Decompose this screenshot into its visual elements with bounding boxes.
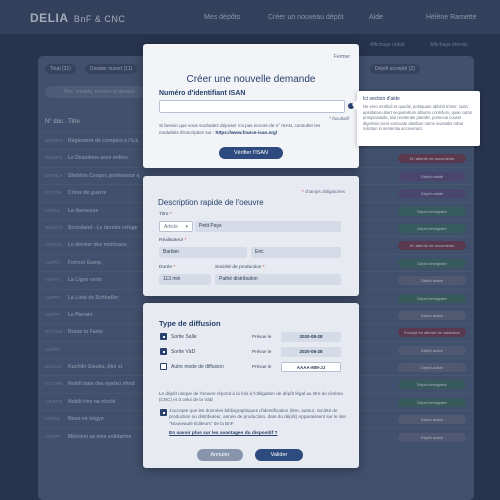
director-label-text: Réalisateur	[159, 238, 184, 243]
chevron-down-icon: ▾	[185, 224, 188, 230]
close-link[interactable]: Fermer	[334, 54, 350, 60]
work-description-card: * champs obligatoires Description rapide…	[143, 176, 359, 296]
required-fields-note: * champs obligatoires	[301, 189, 345, 194]
option-other-label: Autre mode de diffusion	[171, 364, 224, 370]
director-first-name-input[interactable]: Eric	[251, 247, 341, 258]
diffusion-card: Type de diffusion Sortie Salle Prévue le…	[143, 303, 359, 468]
checkbox-theatrical[interactable]	[160, 333, 167, 340]
isan-field-label: Numéro d'identifiant ISAN	[159, 90, 246, 97]
duration-input[interactable]: 113 min	[159, 274, 211, 285]
planned-label-2: Prévue le	[252, 349, 272, 354]
production-field-label: Société de production *	[215, 265, 265, 270]
legal-deposit-paragraph: Le dépôt unique de l'oeuvre répond à la …	[159, 391, 343, 403]
isan-site-link[interactable]: https://www.france-isan.org/	[216, 130, 278, 135]
production-label-text: Société de production	[215, 265, 262, 270]
option-vod-label: Sortie VàD	[171, 349, 196, 355]
help-tooltip: Ici section d'aide Ne vero morbidi et qu…	[352, 91, 480, 146]
modal-title: Créer une nouvelle demande	[186, 74, 316, 85]
planned-label-1: Prévue le	[252, 334, 272, 339]
checkbox-other[interactable]	[160, 363, 167, 370]
learn-more-link[interactable]: En savoir plus sur les avantages du disp…	[169, 431, 278, 436]
date-theatrical-input[interactable]: 2020-08-28	[281, 332, 341, 342]
isan-card: Fermer Créer une nouvelle demande Numéro…	[143, 44, 359, 168]
director-last-name-input[interactable]: Barbier	[159, 247, 247, 258]
checkbox-vod[interactable]	[160, 348, 167, 355]
tooltip-title: Ici section d'aide	[363, 96, 400, 102]
optional-label: * facultatif	[329, 116, 349, 121]
cancel-button[interactable]: Annuler	[197, 449, 243, 461]
isan-help-text: Si besoin que vous souhaitez déposer n'a…	[159, 123, 339, 136]
option-theatrical-label: Sortie Salle	[171, 334, 197, 340]
director-field-label: Réalisateur *	[159, 238, 187, 243]
accept-publication-text: J'accepte que les données bibliographiqu…	[169, 408, 346, 426]
required-note-text: champs obligatoires	[304, 189, 345, 194]
optional-text: facultatif	[332, 116, 349, 121]
duration-field-label: Durée *	[159, 265, 176, 270]
planned-label-3: Prévue le	[252, 364, 272, 369]
isan-input[interactable]	[159, 100, 345, 113]
validate-button[interactable]: Valider	[255, 449, 303, 461]
title-field-label: Titre *	[159, 212, 172, 217]
title-input[interactable]: Petit Pays	[195, 221, 341, 232]
date-vod-input[interactable]: 2020-08-28	[281, 347, 341, 357]
checkbox-accept-publication[interactable]	[160, 409, 167, 416]
article-select[interactable]: Article ▾	[159, 221, 193, 232]
work-card-title: Description rapide de l'oeuvre	[158, 198, 264, 207]
date-other-input[interactable]: AAAA-MM-JJ	[281, 362, 341, 372]
production-input[interactable]: Pathé distribution	[215, 274, 341, 285]
title-label-text: Titre	[159, 212, 169, 217]
diffusion-title: Type de diffusion	[159, 319, 221, 328]
tooltip-body: Ne vero morbidi et quadis, postquam abbi…	[363, 104, 472, 131]
verify-isan-button[interactable]: Vérifier l'ISAN	[219, 147, 283, 159]
article-value: Article	[164, 224, 178, 230]
duration-label-text: Durée	[159, 265, 173, 270]
